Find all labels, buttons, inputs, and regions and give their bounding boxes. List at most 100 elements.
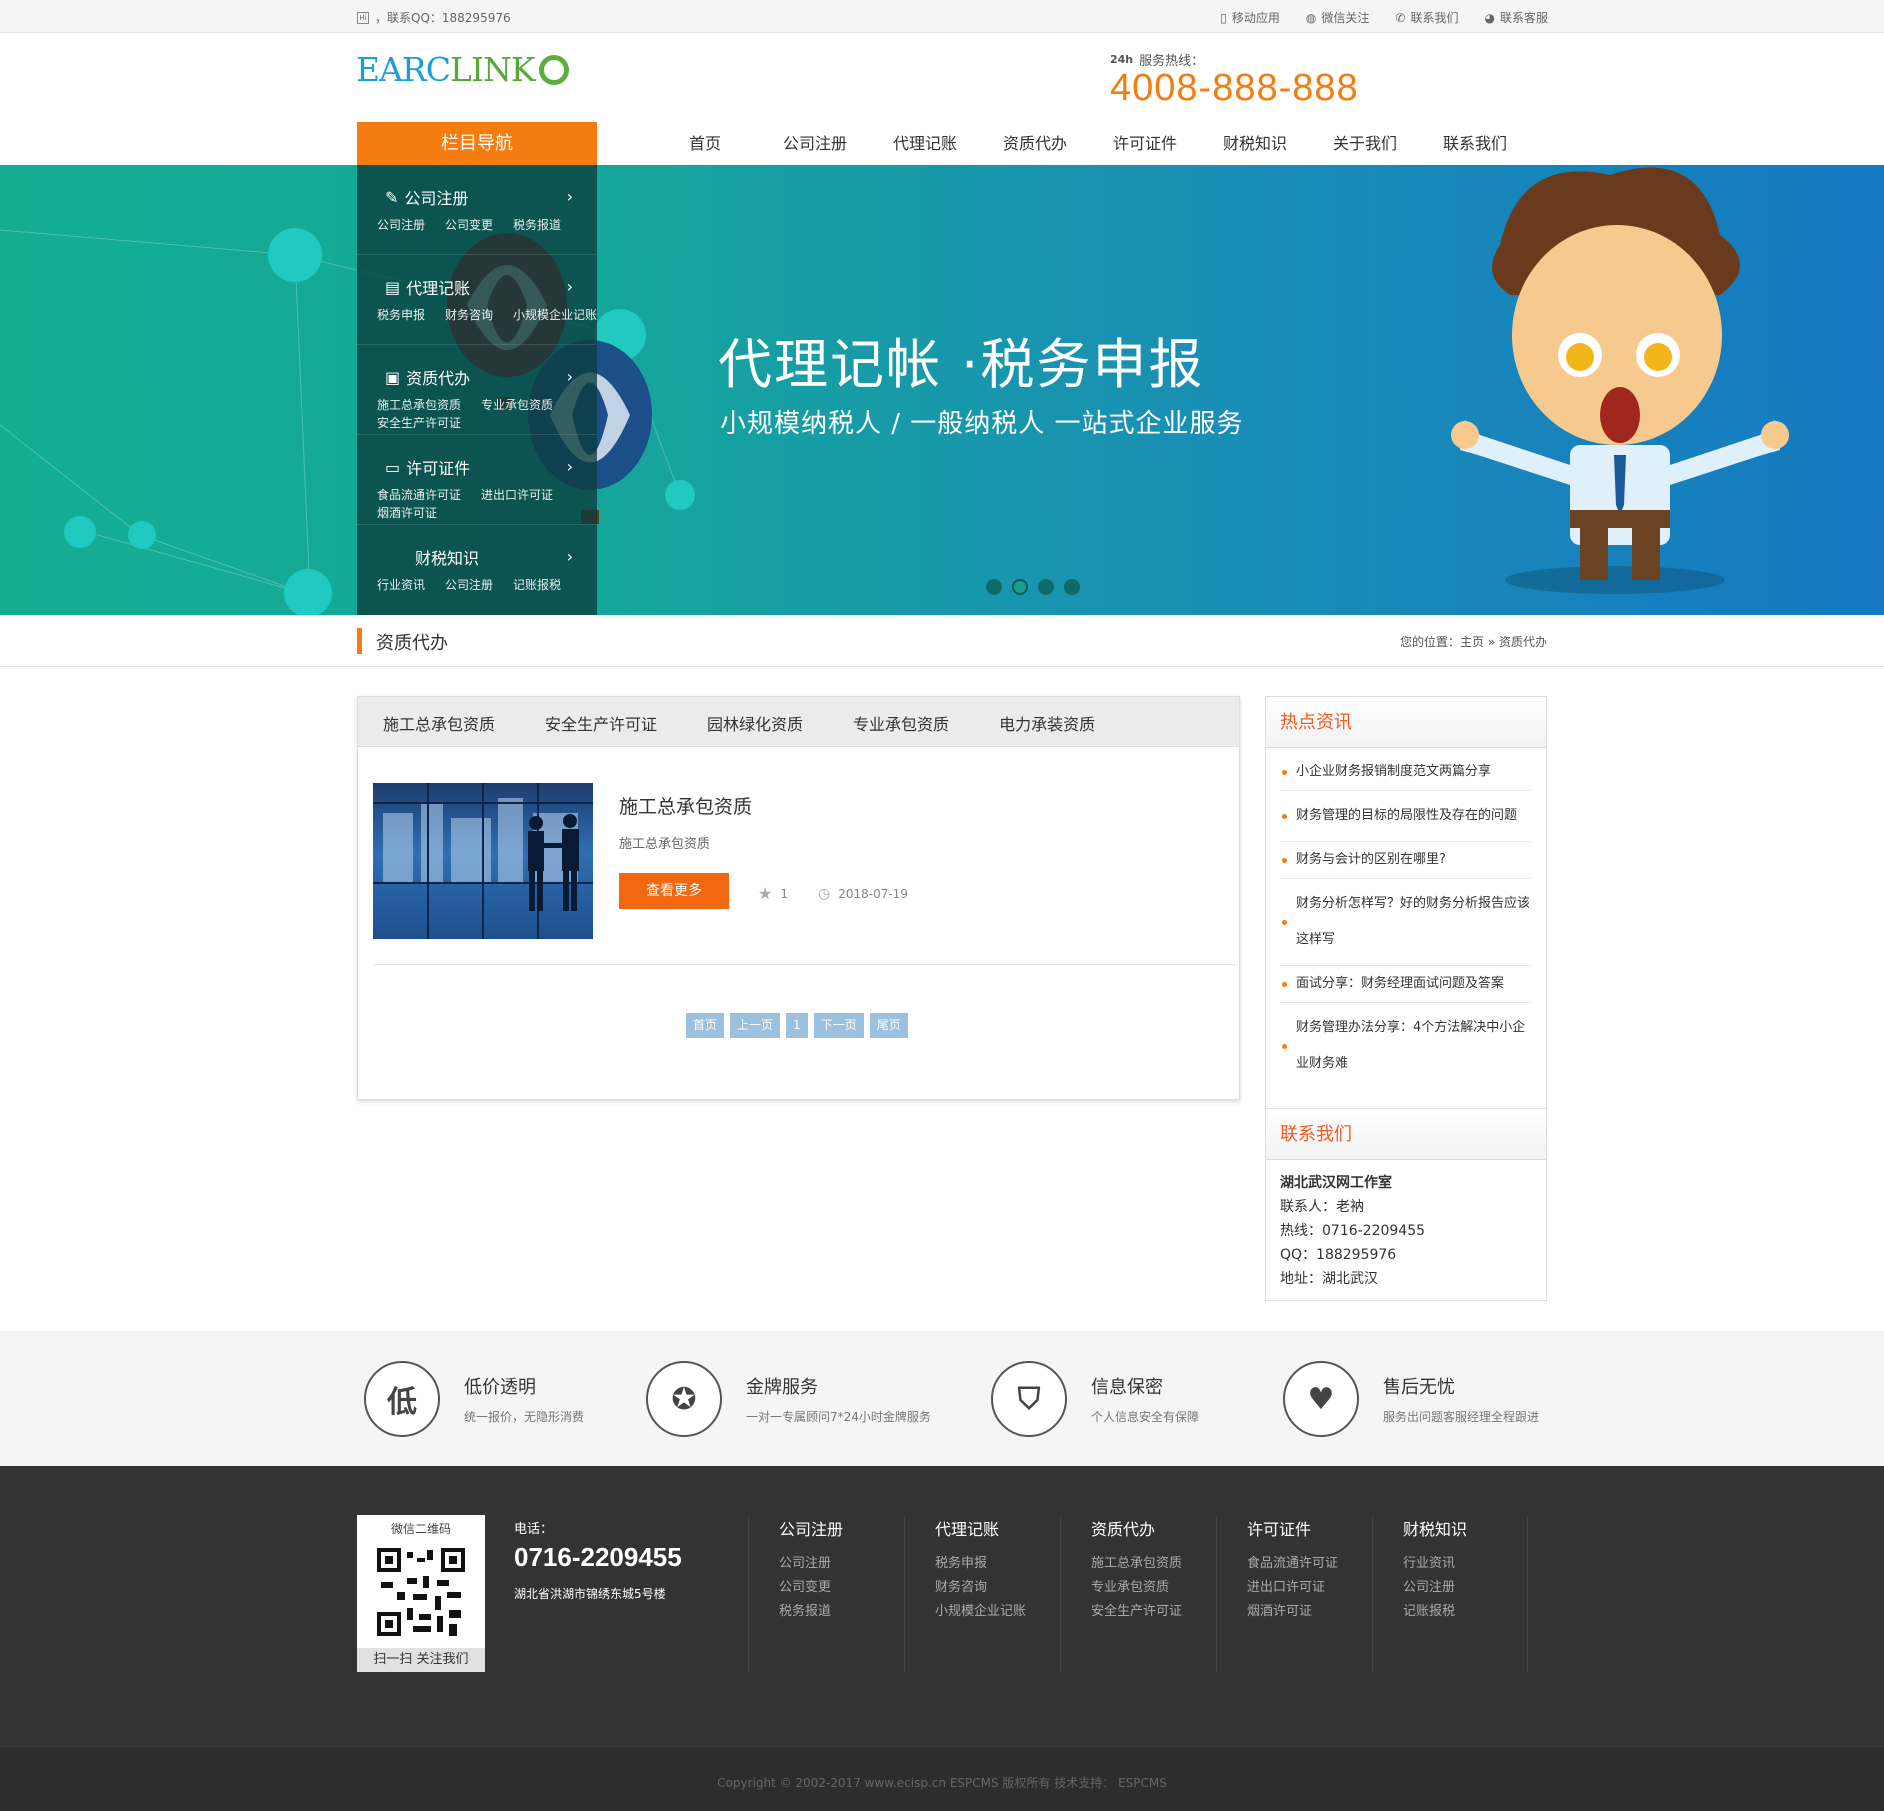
nav-bookkeeping[interactable]: 代理记账 bbox=[870, 122, 980, 165]
nav-contact[interactable]: 联系我们 bbox=[1420, 122, 1530, 165]
slide-dot-active[interactable] bbox=[1012, 579, 1028, 595]
sidenav-sublink[interactable]: 小规模企业记账 bbox=[513, 307, 597, 323]
page-prev[interactable]: 上一页 bbox=[730, 1013, 781, 1038]
phone-icon: ▯ bbox=[1220, 10, 1227, 25]
pagination: 首页 上一页 1 下一页 尾页 bbox=[686, 1013, 908, 1038]
sidenav-licenses[interactable]: ▭ 许可证件 › 食品流通许可证 进出口许可证 烟酒许可证 bbox=[357, 435, 597, 525]
sidenav-sublink[interactable]: 烟酒许可证 bbox=[377, 505, 437, 521]
sidenav-sublink[interactable]: 记账报税 bbox=[513, 577, 561, 593]
footer-link[interactable]: 税务报道 bbox=[779, 1600, 904, 1624]
footer-link[interactable]: 食品流通许可证 bbox=[1247, 1552, 1372, 1576]
sidenav-sublink[interactable]: 公司注册 bbox=[445, 577, 493, 593]
footer-link[interactable]: 行业资讯 bbox=[1403, 1552, 1527, 1576]
site-logo[interactable]: EARC LINK bbox=[356, 50, 569, 89]
sidenav-tax-knowledge[interactable]: 财税知识 › 行业资讯 公司注册 记账报税 bbox=[357, 525, 597, 615]
footer-link[interactable]: 记账报税 bbox=[1403, 1600, 1527, 1624]
footer-address: 湖北省洪湖市锦绣东城5号楼 bbox=[514, 1587, 666, 1601]
tab-safety-license[interactable]: 安全生产许可证 bbox=[520, 697, 682, 746]
news-link[interactable]: 财务与会计的区别在哪里? bbox=[1280, 842, 1532, 879]
category-nav-header[interactable]: 栏目导航 bbox=[357, 122, 597, 165]
news-link[interactable]: 财务分析怎样写？好的财务分析报告应该这样写 bbox=[1280, 879, 1532, 966]
footer-link[interactable]: 进出口许可证 bbox=[1247, 1576, 1372, 1600]
certificate-icon: ▣ bbox=[385, 367, 401, 387]
tab-professional-contracting[interactable]: 专业承包资质 bbox=[828, 697, 974, 746]
chevron-right-icon: › bbox=[566, 187, 573, 206]
breadcrumb[interactable]: 您的位置：主页 » 资质代办 bbox=[1400, 633, 1547, 650]
footer-link[interactable]: 小规模企业记账 bbox=[935, 1600, 1060, 1624]
contact-link[interactable]: ✆ 联系我们 bbox=[1395, 9, 1458, 26]
page-number[interactable]: 1 bbox=[786, 1013, 808, 1038]
chevron-right-icon: › bbox=[566, 277, 573, 296]
support-link[interactable]: ◕ 联系客服 bbox=[1485, 9, 1549, 26]
sidenav-sublink[interactable]: 公司注册 bbox=[377, 217, 425, 233]
item-date: 2018-07-19 bbox=[838, 886, 908, 901]
news-link[interactable]: 财务管理的目标的局限性及存在的问题 bbox=[1280, 791, 1532, 842]
nav-home[interactable]: 首页 bbox=[650, 122, 760, 165]
sidenav-sublink[interactable]: 安全生产许可证 bbox=[377, 415, 461, 431]
sidenav-sublink[interactable]: 施工总承包资质 bbox=[377, 397, 461, 413]
slide-dot[interactable] bbox=[1038, 579, 1054, 595]
slide-dot[interactable] bbox=[1064, 579, 1080, 595]
tab-power-installation[interactable]: 电力承装资质 bbox=[974, 697, 1120, 746]
footer-link[interactable]: 税务申报 bbox=[935, 1552, 1060, 1576]
footer-link[interactable]: 施工总承包资质 bbox=[1091, 1552, 1216, 1576]
heart-icon: ♥ bbox=[1283, 1361, 1359, 1437]
contact-tel: 热线：0716-2209455 bbox=[1280, 1223, 1426, 1239]
qq-text: ，联系QQ：188295976 bbox=[375, 11, 511, 25]
sidenav-company-registration[interactable]: ✎ 公司注册 › 公司注册 公司变更 税务报道 bbox=[357, 165, 597, 255]
nav-tax-knowledge[interactable]: 财税知识 bbox=[1200, 122, 1310, 165]
nav-about[interactable]: 关于我们 bbox=[1310, 122, 1420, 165]
banner-title: 代理记帐 ·税务申报 bbox=[718, 333, 1205, 396]
nav-company-registration[interactable]: 公司注册 bbox=[760, 122, 870, 165]
item-thumbnail[interactable] bbox=[373, 783, 593, 939]
footer-link[interactable]: 烟酒许可证 bbox=[1247, 1600, 1372, 1624]
sidenav-sublink[interactable]: 税务报道 bbox=[513, 217, 561, 233]
ledger-icon: ▤ bbox=[385, 277, 401, 297]
card-icon: ▭ bbox=[385, 457, 401, 477]
item-meta: ★ 1 ◷ 2018-07-19 bbox=[758, 884, 908, 903]
medal-icon: ✪ bbox=[646, 1361, 722, 1437]
page-last[interactable]: 尾页 bbox=[869, 1013, 908, 1038]
footer-link[interactable]: 财务咨询 bbox=[935, 1576, 1060, 1600]
wechat-link[interactable]: ◍ 微信关注 bbox=[1306, 9, 1370, 26]
page-title: 资质代办 bbox=[376, 633, 448, 654]
footer-link[interactable]: 专业承包资质 bbox=[1091, 1576, 1216, 1600]
footer-col-licenses: 许可证件 食品流通许可证 进出口许可证 烟酒许可证 bbox=[1216, 1516, 1372, 1672]
page-first[interactable]: 首页 bbox=[686, 1013, 725, 1038]
feature-after-sales: ♥ 售后无忧 服务出问题客服经理全程跟进 bbox=[1283, 1361, 1539, 1437]
tab-landscaping[interactable]: 园林绿化资质 bbox=[682, 697, 828, 746]
footer-link[interactable]: 安全生产许可证 bbox=[1091, 1600, 1216, 1624]
view-more-button[interactable]: 查看更多 bbox=[619, 873, 729, 909]
item-rating: 1 bbox=[780, 886, 788, 901]
footer-link[interactable]: 公司变更 bbox=[779, 1576, 904, 1600]
sidenav-sublink[interactable]: 税务申报 bbox=[377, 307, 425, 323]
hero-banner[interactable]: 代理记帐 ·税务申报 小规模纳税人 / 一般纳税人 一站式企业服务 bbox=[0, 165, 1884, 615]
wechat-icon: ◍ bbox=[1305, 10, 1317, 25]
nav-licenses[interactable]: 许可证件 bbox=[1090, 122, 1200, 165]
news-link[interactable]: 面试分享：财务经理面试问题及答案 bbox=[1280, 966, 1532, 1003]
tab-general-contracting[interactable]: 施工总承包资质 bbox=[358, 697, 520, 746]
sidenav-bookkeeping[interactable]: ▤ 代理记账 › 税务申报 财务咨询 小规模企业记账 bbox=[357, 255, 597, 345]
sidenav-sublink[interactable]: 财务咨询 bbox=[445, 307, 493, 323]
item-description: 施工总承包资质 bbox=[619, 837, 711, 852]
sidenav-sublink[interactable]: 公司变更 bbox=[445, 217, 493, 233]
qr-code-icon bbox=[377, 1548, 465, 1636]
page-next[interactable]: 下一页 bbox=[813, 1013, 864, 1038]
news-link[interactable]: 小企业财务报销制度范文两篇分享 bbox=[1280, 754, 1532, 791]
sidenav-qualification[interactable]: ▣ 资质代办 › 施工总承包资质 专业承包资质 安全生产许可证 bbox=[357, 345, 597, 435]
mobile-app-link[interactable]: ▯ 移动应用 bbox=[1220, 9, 1280, 26]
24h-icon: 24h bbox=[1110, 53, 1134, 66]
category-side-nav: ✎ 公司注册 › 公司注册 公司变更 税务报道 ▤ 代理记账 › 税务申报 财务咨询 小规模… bbox=[357, 165, 597, 615]
footer-link[interactable]: 公司注册 bbox=[1403, 1576, 1527, 1600]
sidenav-sublink[interactable]: 专业承包资质 bbox=[481, 397, 553, 413]
footer-col-company-registration: 公司注册 公司注册 公司变更 税务报道 bbox=[748, 1516, 904, 1672]
banner-pagination bbox=[986, 579, 1080, 595]
sidenav-sublink[interactable]: 进出口许可证 bbox=[481, 487, 553, 503]
sidenav-sublink[interactable]: 食品流通许可证 bbox=[377, 487, 461, 503]
nav-qualification[interactable]: 资质代办 bbox=[980, 122, 1090, 165]
news-link[interactable]: 财务管理办法分享：4个方法解决中小企业财务难 bbox=[1280, 1003, 1532, 1089]
sidenav-sublink[interactable]: 行业资讯 bbox=[377, 577, 425, 593]
item-title[interactable]: 施工总承包资质 bbox=[619, 792, 752, 819]
slide-dot[interactable] bbox=[986, 579, 1002, 595]
footer-link[interactable]: 公司注册 bbox=[779, 1552, 904, 1576]
